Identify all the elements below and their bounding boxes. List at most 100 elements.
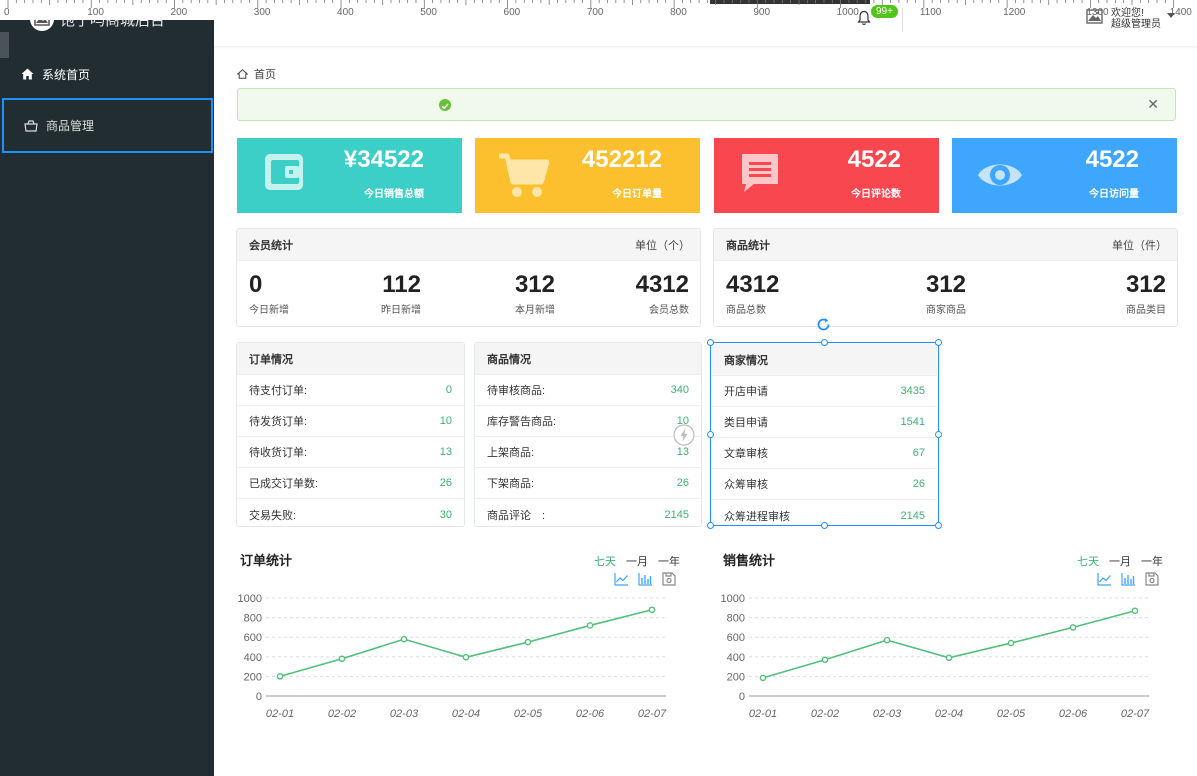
chevron-down-icon[interactable] xyxy=(1167,13,1175,18)
list-item[interactable]: 待发货订单: 10 xyxy=(237,406,464,437)
rotate-icon[interactable] xyxy=(816,317,831,337)
eye-icon xyxy=(976,158,1024,197)
tab-week[interactable]: 七天 xyxy=(594,553,616,569)
sidebar-item-home[interactable]: 系统首页 xyxy=(0,48,214,100)
x-tick-label: 02-01 xyxy=(266,708,294,720)
bar-chart-icon[interactable] xyxy=(638,572,653,591)
row-label: 商品评论 : xyxy=(487,509,546,522)
stat-card-orders[interactable]: 452212 今日订单量 xyxy=(475,138,700,213)
row-label: 已成交订单数: xyxy=(249,478,319,490)
stat-item-value: 312 xyxy=(514,271,555,298)
list-item[interactable]: 开店申请 3435 xyxy=(712,376,937,407)
data-point xyxy=(276,673,284,680)
list-item[interactable]: 待支付订单: 0 xyxy=(237,375,464,406)
x-tick-label: 02-07 xyxy=(1121,708,1150,720)
x-tick-label: 02-06 xyxy=(576,708,605,720)
message-icon xyxy=(740,152,780,199)
row-label: 库存警告商品: xyxy=(487,416,557,428)
line-chart-icon[interactable] xyxy=(1097,572,1112,591)
stat-item: 112 昨日新增 xyxy=(381,271,421,316)
resize-handle[interactable] xyxy=(707,431,714,438)
resize-handle[interactable] xyxy=(707,339,714,346)
stat-card-visits[interactable]: 4522 今日访问量 xyxy=(952,138,1177,213)
x-tick-label: 02-07 xyxy=(638,708,667,720)
breadcrumb-home[interactable]: 首页 xyxy=(254,66,276,82)
row-value: 10 xyxy=(439,415,452,427)
list-item[interactable]: 下架商品: 26 xyxy=(475,468,701,499)
row-value: 26 xyxy=(676,477,689,489)
top-bar xyxy=(214,0,1197,46)
card-title: 订单情况 xyxy=(249,353,293,366)
x-tick-label: 02-05 xyxy=(514,708,543,720)
row-value: 26 xyxy=(439,477,452,489)
data-point xyxy=(759,674,767,682)
goods-stats-card: 商品统计 单位（件） 4312 商品总数 312 商家商品 312 商品类目 xyxy=(713,228,1178,327)
card-title: 商家情况 xyxy=(724,354,768,367)
y-tick-label: 600 xyxy=(244,632,262,644)
list-item[interactable]: 类目申请 1541 xyxy=(712,407,937,438)
chart-title: 订单统计 xyxy=(240,553,293,568)
list-item[interactable]: 交易失败: 30 xyxy=(237,499,464,530)
sidebar: 饱了吗商城后台 系统首页 商品管理 xyxy=(0,0,214,776)
row-label: 上架商品: xyxy=(487,447,535,459)
row-label: 待收货订单: xyxy=(249,447,308,459)
tab-month[interactable]: 一月 xyxy=(626,553,648,569)
stat-item-value: 4312 xyxy=(635,271,689,298)
list-item[interactable]: 文章审核 67 xyxy=(712,438,937,469)
home-outline-icon xyxy=(237,69,248,79)
row-label: 交易失败: xyxy=(249,509,297,522)
list-item[interactable]: 已成交订单数: 26 xyxy=(237,468,464,499)
save-image-icon[interactable] xyxy=(1145,572,1159,591)
data-point xyxy=(586,622,594,629)
app-logo[interactable]: 饱了吗商城后台 xyxy=(0,0,214,38)
list-item[interactable]: 商品评论 : 2145 xyxy=(475,499,701,530)
row-value: 13 xyxy=(439,446,452,458)
data-point xyxy=(1007,639,1015,647)
link-handle-icon[interactable] xyxy=(673,424,695,451)
stat-card-comments[interactable]: 4522 今日评论数 xyxy=(714,138,939,213)
resize-handle[interactable] xyxy=(935,522,942,529)
row-label: 下架商品: xyxy=(487,478,535,490)
tab-year[interactable]: 一年 xyxy=(658,553,680,569)
y-tick-label: 400 xyxy=(727,652,745,664)
list-item[interactable]: 众筹审核 26 xyxy=(712,469,937,500)
resize-handle[interactable] xyxy=(935,431,942,438)
stat-label: 今日订单量 xyxy=(612,189,662,200)
stat-value: 4522 xyxy=(847,146,901,173)
stat-item-value: 312 xyxy=(925,271,966,298)
stat-item: 312 商品类目 xyxy=(1118,271,1166,316)
user-welcome[interactable]: 欢迎您! 超级管理员 xyxy=(1111,8,1161,30)
notification-badge: 99+ xyxy=(871,5,898,18)
list-item[interactable]: 上架商品: 13 xyxy=(475,437,701,468)
y-tick-label: 600 xyxy=(727,632,745,644)
user-role: 超级管理员 xyxy=(1111,19,1161,30)
close-icon[interactable]: ✕ xyxy=(1147,96,1159,113)
resize-handle[interactable] xyxy=(935,339,942,346)
sidebar-item-goods[interactable]: 商品管理 xyxy=(2,98,213,153)
stat-item-value: 0 xyxy=(249,271,263,298)
bar-chart-icon[interactable] xyxy=(1121,572,1136,591)
tab-month[interactable]: 一月 xyxy=(1109,553,1131,569)
row-value: 2145 xyxy=(900,509,925,522)
row-value: 3435 xyxy=(900,385,925,397)
stat-label: 今日评论数 xyxy=(851,189,901,200)
tab-week[interactable]: 七天 xyxy=(1077,553,1099,569)
resize-handle[interactable] xyxy=(821,522,828,529)
resize-handle[interactable] xyxy=(821,339,828,346)
list-item[interactable]: 库存警告商品: 10 xyxy=(475,406,701,437)
tab-year[interactable]: 一年 xyxy=(1141,553,1163,569)
stat-card-sales[interactable]: ¥34522 今日销售总额 xyxy=(237,138,462,213)
list-item[interactable]: 待收货订单: 13 xyxy=(237,437,464,468)
chart-title: 销售统计 xyxy=(723,553,776,568)
stat-label: 今日销售总额 xyxy=(364,189,424,200)
resize-handle[interactable] xyxy=(707,522,714,529)
bell-icon[interactable] xyxy=(857,10,871,31)
stat-value: ¥34522 xyxy=(343,146,424,173)
avatar-icon[interactable] xyxy=(1086,9,1103,26)
list-item[interactable]: 待审核商品: 340 xyxy=(475,375,701,406)
row-label: 待发货订单: xyxy=(249,416,308,428)
line-chart-icon[interactable] xyxy=(614,572,629,591)
x-tick-label: 02-04 xyxy=(935,708,963,720)
save-image-icon[interactable] xyxy=(662,572,676,591)
merchant-card: 商家情况 开店申请 3435 类目申请 1541 文章审核 67 众筹审核 26 众筹进… xyxy=(711,343,938,526)
